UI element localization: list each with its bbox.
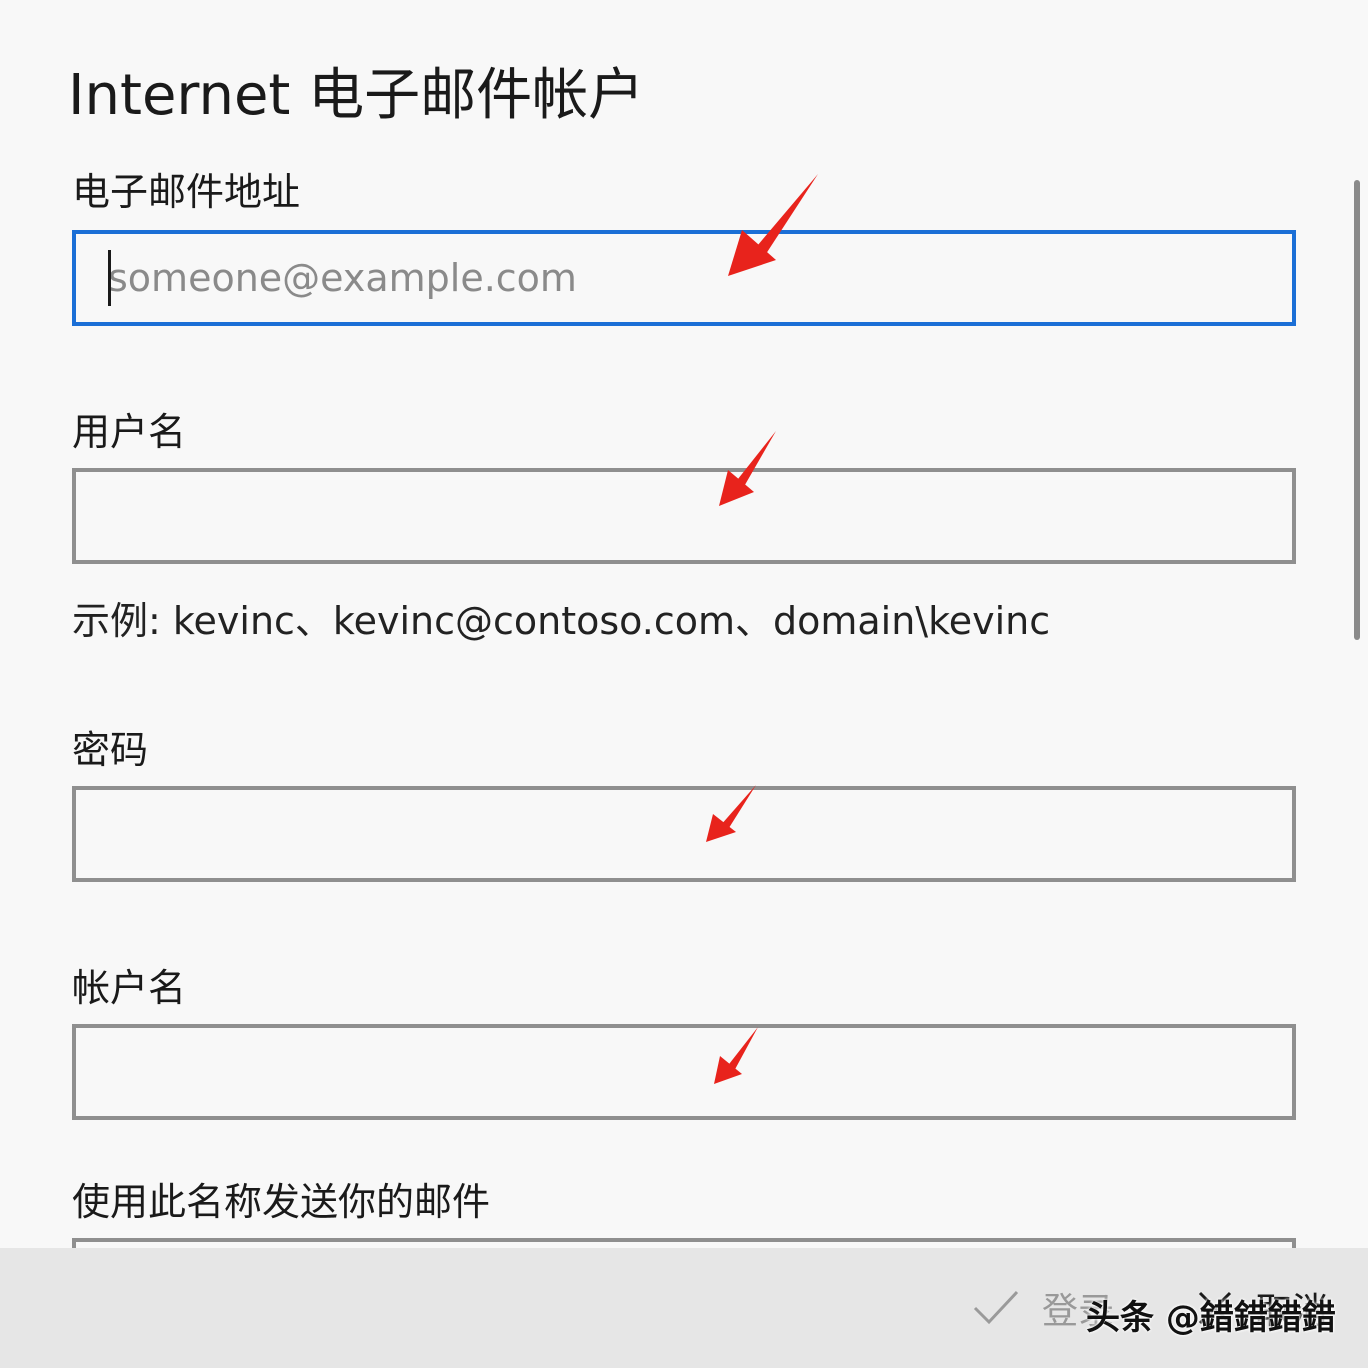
password-field-box[interactable] [72, 786, 1296, 882]
vertical-scrollbar[interactable] [1354, 180, 1360, 640]
password-label: 密码 [72, 728, 149, 772]
send-name-label: 使用此名称发送你的邮件 [72, 1180, 491, 1224]
username-label: 用户名 [72, 410, 187, 454]
annotation-arrow-icon [728, 174, 818, 276]
annotation-arrow-icon [706, 785, 756, 842]
annotation-arrow-icon [719, 431, 776, 506]
annotation-arrow-icon [714, 1027, 758, 1084]
username-hint: 示例: kevinc、kevinc@contoso.com、domain\kev… [72, 599, 1051, 643]
watermark: 头条 @錯錯錯錯 [1086, 1298, 1336, 1338]
email-input[interactable] [76, 234, 1292, 322]
email-label: 电子邮件地址 [72, 170, 301, 214]
page-title: Internet 电子邮件帐户 [68, 63, 645, 128]
email-field-box[interactable] [72, 230, 1296, 326]
username-field-box[interactable] [72, 468, 1296, 564]
account-name-label: 帐户名 [72, 966, 187, 1010]
text-caret [108, 250, 111, 306]
account-name-field-box[interactable] [72, 1024, 1296, 1120]
checkmark-icon [973, 1290, 1019, 1325]
account-name-input[interactable] [76, 1028, 1292, 1116]
password-input[interactable] [76, 790, 1292, 878]
username-input[interactable] [76, 472, 1292, 560]
